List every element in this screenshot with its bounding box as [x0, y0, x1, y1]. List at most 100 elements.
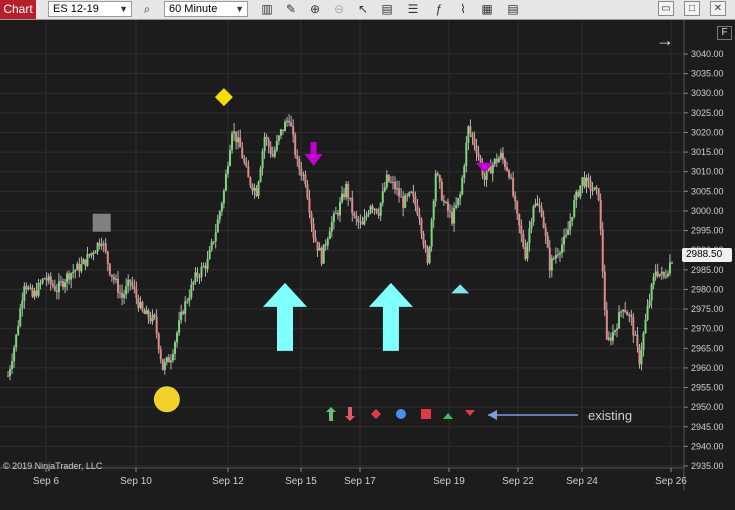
candle-body — [123, 294, 126, 298]
candle-body — [182, 311, 185, 314]
templates-icon[interactable]: ▦ — [478, 1, 496, 17]
candle-body — [607, 337, 610, 340]
candle-body — [668, 262, 671, 274]
interval-selector[interactable]: 60 Minute ▼ — [164, 1, 248, 17]
candle-body — [400, 196, 403, 198]
candle-body — [76, 263, 79, 271]
candle-body — [636, 334, 639, 347]
arrow-up-marker-1 — [263, 282, 308, 351]
candle-body — [143, 310, 146, 314]
zoom-out-icon[interactable]: ⊖ — [330, 1, 348, 17]
candle-body — [145, 310, 148, 314]
candle-body — [485, 170, 488, 180]
maximize-icon[interactable]: □ — [684, 1, 700, 16]
candle-body — [288, 120, 291, 123]
candle-body — [82, 259, 85, 264]
candle-body — [666, 273, 669, 277]
candle-body — [351, 197, 354, 214]
candle-body — [25, 286, 28, 290]
candle-body — [214, 232, 217, 242]
legend-arrow-up-icon — [326, 407, 336, 421]
candle-body — [377, 212, 380, 216]
candle-body — [33, 290, 36, 297]
close-icon[interactable]: ✕ — [710, 1, 726, 16]
candle-body — [544, 227, 547, 236]
candle-body — [298, 159, 301, 169]
bar-type-icon[interactable]: ▥ — [258, 1, 276, 17]
candle-body — [51, 283, 54, 287]
diamond-marker — [214, 88, 233, 107]
candle-body — [9, 368, 12, 376]
draw-pencil-icon[interactable]: ✎ — [282, 1, 300, 17]
strategy-icon[interactable]: ⌇ — [454, 1, 472, 17]
candle-body — [379, 202, 382, 216]
time-axis[interactable]: Sep 6 Sep 10 Sep 12 Sep 15 Sep 17 Sep 19 Sep 2… — [33, 468, 687, 487]
pointer-icon[interactable]: ↖ — [354, 1, 372, 17]
legend-square-icon — [421, 409, 431, 419]
candle-body — [261, 151, 264, 169]
candle-body — [135, 289, 138, 298]
properties-icon[interactable]: ☰ — [404, 1, 422, 17]
candle-body — [510, 177, 513, 179]
price-tick-label: 3025.00 — [691, 108, 724, 118]
candle-body — [212, 241, 215, 243]
candle-body — [571, 216, 574, 222]
candle-body — [339, 202, 341, 216]
candle-body — [369, 206, 372, 214]
candle-body — [251, 185, 254, 191]
candle-body — [558, 252, 561, 255]
candle-body — [552, 258, 555, 260]
candle-body — [563, 236, 566, 245]
candle-body — [497, 158, 500, 163]
chart-f-button[interactable]: F — [717, 26, 732, 40]
candle-body — [501, 152, 504, 160]
price-tick-label: 3040.00 — [691, 49, 724, 59]
candle-body — [284, 121, 287, 132]
data-box-icon[interactable]: ▤ — [378, 1, 396, 17]
candle-body — [157, 333, 160, 350]
candle-body — [114, 278, 117, 280]
search-icon[interactable]: ⌕ — [138, 1, 156, 17]
candle-body — [416, 205, 419, 215]
candle-body — [106, 251, 109, 264]
restore-icon[interactable]: ▭ — [658, 1, 674, 16]
candle-body — [15, 334, 18, 348]
candle-body — [365, 215, 368, 218]
candle-body — [190, 284, 193, 298]
candle-body — [359, 221, 362, 223]
candle-body — [318, 247, 321, 251]
candle-body — [259, 168, 262, 182]
candle-body — [29, 287, 32, 289]
candle-body — [104, 243, 107, 252]
candle-body — [218, 211, 221, 220]
candle-body — [37, 282, 40, 296]
indicators-icon[interactable]: ƒ — [430, 1, 448, 17]
candle-body — [21, 300, 24, 309]
candle-body — [220, 203, 223, 212]
instrument-selector[interactable]: ES 12-19 ▼ — [48, 1, 132, 17]
candle-body — [569, 221, 572, 230]
candle-body — [243, 158, 246, 163]
candle-body — [116, 278, 119, 293]
candle-body — [55, 290, 58, 293]
scroll-right-arrow-icon[interactable]: → — [656, 30, 674, 50]
candle-body — [141, 301, 144, 311]
candle-body — [35, 290, 38, 296]
workspace-icon[interactable]: ▤ — [504, 1, 522, 17]
time-tick-label: Sep 22 — [502, 476, 534, 487]
candle-body — [163, 362, 166, 370]
price-chart[interactable]: 3040.00 3035.00 3030.00 3025.00 3020.00 3015.… — [0, 20, 735, 510]
candle-body — [402, 196, 405, 208]
candle-body — [186, 301, 189, 303]
candle-body — [516, 201, 519, 214]
candle-body — [495, 158, 498, 163]
candle-body — [229, 150, 232, 166]
candle-body — [41, 279, 44, 283]
chart-tab[interactable]: Chart — [0, 0, 36, 19]
candle-body — [233, 131, 236, 134]
candle-body — [224, 173, 227, 191]
candle-body — [383, 187, 386, 192]
candle-body — [332, 213, 335, 222]
candle-body — [88, 254, 91, 256]
zoom-in-icon[interactable]: ⊕ — [306, 1, 324, 17]
